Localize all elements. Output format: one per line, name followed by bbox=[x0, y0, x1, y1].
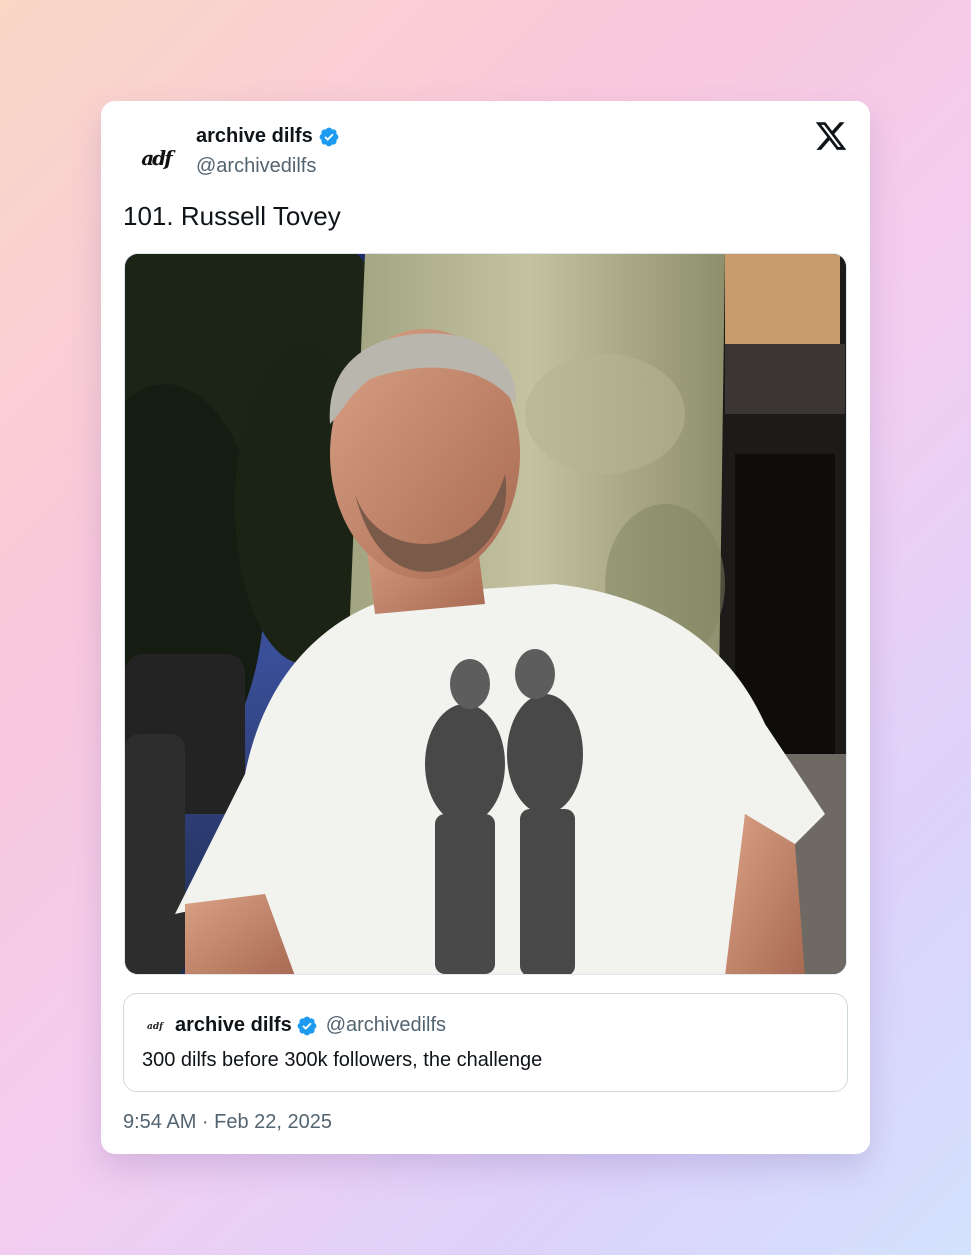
author-name-row: archive dilfs bbox=[196, 125, 340, 148]
author-avatar[interactable]: adf bbox=[123, 125, 189, 191]
author-handle[interactable]: @archivedilfs bbox=[196, 155, 316, 178]
quoted-author-avatar: adf bbox=[142, 1014, 168, 1040]
quoted-author-display-name: archive dilfs bbox=[175, 1014, 292, 1036]
quoted-avatar-logo: adf bbox=[147, 1022, 163, 1032]
tweet-text: 101. Russell Tovey bbox=[123, 201, 341, 231]
quoted-author-row: archive dilfs @archivedilfs bbox=[175, 1014, 446, 1037]
quoted-author-handle: @archivedilfs bbox=[325, 1014, 447, 1036]
x-logo-icon[interactable] bbox=[814, 119, 848, 153]
author-display-name[interactable]: archive dilfs bbox=[196, 125, 313, 148]
quoted-tweet-text: 300 dilfs before 300k followers, the cha… bbox=[142, 1049, 543, 1071]
tweet-photo[interactable] bbox=[124, 253, 847, 975]
tweet-card: adf archive dilfs @archivedilfs 101. Rus… bbox=[101, 101, 870, 1154]
verified-badge-icon bbox=[319, 127, 339, 146]
tweet-timestamp[interactable]: 9:54 AM · Feb 22, 2025 bbox=[123, 1111, 332, 1134]
photo-illustration bbox=[125, 254, 846, 974]
avatar-logo: adf bbox=[141, 146, 173, 170]
verified-badge-icon bbox=[297, 1016, 317, 1035]
quoted-tweet[interactable]: adf archive dilfs @archivedilfs 300 dilf… bbox=[123, 993, 848, 1092]
